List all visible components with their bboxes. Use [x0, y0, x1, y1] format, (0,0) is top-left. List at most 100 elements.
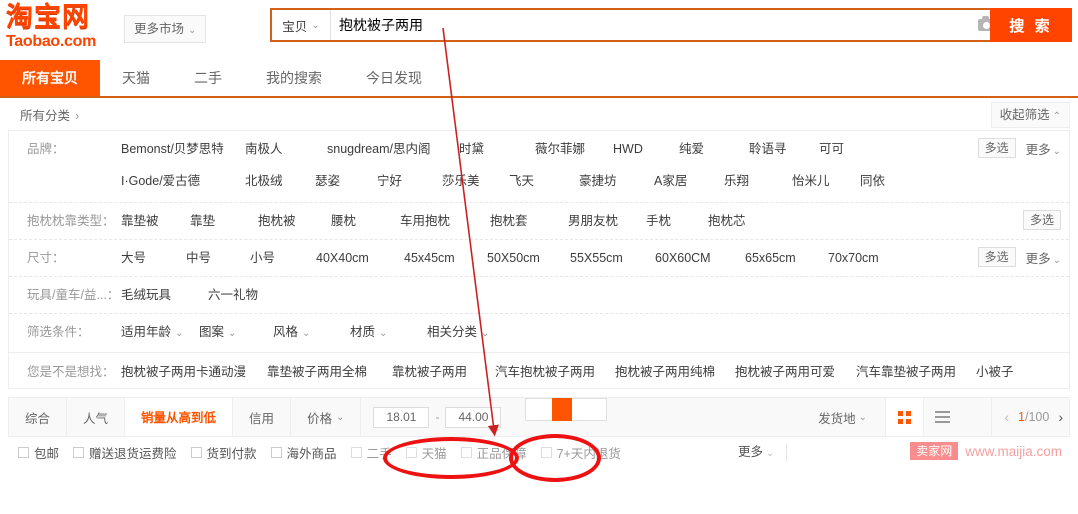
- filter-size-small[interactable]: 小号: [250, 240, 316, 276]
- tab-today-discover[interactable]: 今日发现: [344, 60, 444, 96]
- filter-type-yaozhen[interactable]: 腰枕: [331, 203, 400, 239]
- chevron-down-icon: ⌄: [188, 25, 197, 36]
- filter-brand-beijirong[interactable]: 北极绒: [245, 163, 315, 199]
- suggestion-item-7[interactable]: 汽车靠垫被子两用: [856, 361, 976, 380]
- suggestion-label: 您是不是想找：: [27, 365, 115, 379]
- filter-brand-nanjiren[interactable]: 南极人: [245, 131, 327, 167]
- checkbox-cash-on-delivery[interactable]: 货到付款: [190, 443, 257, 462]
- filter-brand-feitian[interactable]: 飞天: [509, 163, 579, 199]
- filter-type-nanpengyouzhen[interactable]: 男朋友枕: [568, 203, 646, 239]
- brand-actions: 多选 更多 ⌄: [977, 138, 1061, 158]
- filter-brand-shidai[interactable]: 时黛: [459, 131, 535, 167]
- suggestion-item-2[interactable]: 靠垫被子两用全棉: [267, 361, 392, 380]
- more-markets-button[interactable]: 更多市场 ⌄: [124, 15, 207, 43]
- taobao-logo[interactable]: 淘宝网 Taobao.com: [6, 3, 116, 51]
- filter-condition-pattern[interactable]: 图案 ⌄: [199, 314, 273, 352]
- size-multi-select-button[interactable]: 多选: [977, 247, 1016, 267]
- size-more-button[interactable]: 更多 ⌄: [1026, 248, 1061, 267]
- suggestion-item-1[interactable]: 抱枕被子两用卡通动漫: [121, 361, 267, 380]
- chevron-down-icon: ⌄: [311, 19, 320, 31]
- filter-type-baozhenbei[interactable]: 抱枕被: [258, 203, 331, 239]
- collapse-filters-button[interactable]: 收起筛选 ⌃: [990, 102, 1070, 128]
- checkbox-free-shipping[interactable]: 包邮: [18, 443, 59, 462]
- filter-size-45x45[interactable]: 45x45cm: [404, 240, 487, 276]
- conditions-values: 适用年龄 ⌄ 图案 ⌄ 风格 ⌄ 材质 ⌄ 相关分类 ⌄: [121, 314, 1069, 352]
- search-category-select[interactable]: 宝贝 ⌄: [272, 10, 331, 40]
- filter-brand-ninghao[interactable]: 宁好: [377, 163, 442, 199]
- filter-brand-bemonst[interactable]: Bemonst/贝梦思特: [121, 131, 245, 167]
- filter-brand-tongyi[interactable]: 同依: [860, 163, 920, 199]
- brand-multi-select-button[interactable]: 多选: [977, 138, 1016, 158]
- ship-from-filter[interactable]: 发货地 ⌄: [806, 398, 879, 436]
- price-slider-button[interactable]: [525, 398, 608, 421]
- filter-brand-lingyuxun[interactable]: 聆语寻: [749, 131, 819, 167]
- filter-size-40x40[interactable]: 40X40cm: [316, 240, 404, 276]
- grid-view-button[interactable]: [885, 398, 923, 436]
- filter-condition-related[interactable]: 相关分类 ⌄: [427, 314, 517, 352]
- search-input[interactable]: [331, 10, 966, 40]
- chevron-down-icon: ⌄: [175, 328, 184, 339]
- price-min-input[interactable]: [373, 406, 430, 428]
- breadcrumb-all-categories[interactable]: 所有分类 ›: [0, 105, 79, 124]
- filter-brand-haojiefang[interactable]: 豪捷坊: [579, 163, 654, 199]
- filter-condition-material[interactable]: 材质 ⌄: [350, 314, 427, 352]
- sort-sales-high-to-low[interactable]: 销量从高到低: [125, 398, 234, 436]
- tab-all-items[interactable]: 所有宝贝: [0, 60, 100, 96]
- filter-brand-igode[interactable]: I·Gode/爱古德: [121, 163, 245, 199]
- filter-brand-lexiang[interactable]: 乐翔: [724, 163, 792, 199]
- sort-popularity[interactable]: 人气: [67, 398, 126, 436]
- sort-price[interactable]: 价格 ⌄: [291, 398, 362, 436]
- tab-tmall[interactable]: 天猫: [100, 60, 172, 96]
- filter-condition-style[interactable]: 风格 ⌄: [273, 314, 350, 352]
- filter-size-60x60[interactable]: 60X60CM: [655, 240, 745, 276]
- search-button[interactable]: 搜 索: [990, 8, 1072, 42]
- filter-brand-ajiaju[interactable]: A家居: [654, 163, 724, 199]
- checkbox-return-insurance[interactable]: 赠送退货运费险: [73, 443, 177, 462]
- brand-more-button[interactable]: 更多 ⌄: [1026, 139, 1061, 158]
- filter-brand-shalemei[interactable]: 莎乐美: [442, 163, 509, 199]
- suggestion-item-8[interactable]: 小被子: [976, 361, 1014, 380]
- filter-brand-chunai[interactable]: 纯爱: [679, 131, 749, 167]
- filter-size-large[interactable]: 大号: [121, 240, 186, 276]
- more-filters-button[interactable]: 更多 ⌄: [738, 444, 788, 462]
- filter-type-baozhentao[interactable]: 抱枕套: [490, 203, 568, 239]
- pillow-type-multi-select-button[interactable]: 多选: [1022, 210, 1061, 230]
- filter-type-baozhenxin[interactable]: 抱枕芯: [708, 203, 778, 239]
- chevron-up-icon: ⌃: [1052, 111, 1061, 122]
- filter-size-medium[interactable]: 中号: [186, 240, 250, 276]
- filter-brand-keke[interactable]: 可可: [819, 131, 879, 167]
- chevron-right-icon[interactable]: ›: [1058, 409, 1063, 425]
- list-view-button[interactable]: [923, 398, 961, 436]
- suggestion-item-6[interactable]: 抱枕被子两用可爱: [735, 361, 856, 380]
- filter-type-cheyongbaozhen[interactable]: 车用抱枕: [400, 203, 490, 239]
- filter-brand-seci[interactable]: 瑟姿: [315, 163, 377, 199]
- chevron-left-icon[interactable]: ‹: [1004, 409, 1009, 425]
- sort-comprehensive[interactable]: 综合: [9, 398, 68, 436]
- filter-brand-hwd[interactable]: HWD: [613, 131, 679, 167]
- sort-credit[interactable]: 信用: [233, 398, 292, 436]
- filter-toy-childrens-day-gift[interactable]: 六一礼物: [208, 277, 298, 313]
- filter-brand-snugdream[interactable]: snugdream/思内阁: [327, 131, 459, 167]
- filter-size-65x65[interactable]: 65x65cm: [745, 240, 828, 276]
- tab-my-search[interactable]: 我的搜索: [244, 60, 344, 96]
- filter-brand-weierfeina[interactable]: 薇尔菲娜: [535, 131, 613, 167]
- checkbox-box: [190, 446, 202, 458]
- suggestion-item-3[interactable]: 靠枕被子两用: [392, 361, 495, 380]
- filter-size-55x55[interactable]: 55X55cm: [570, 240, 655, 276]
- filter-size-70x70[interactable]: 70x70cm: [828, 240, 898, 276]
- filter-type-kaodianbei[interactable]: 靠垫被: [121, 203, 190, 239]
- price-max-input[interactable]: [445, 406, 502, 428]
- filter-brand-yimier[interactable]: 怡米儿: [792, 163, 860, 199]
- tab-secondhand[interactable]: 二手: [172, 60, 244, 96]
- main-tabs: 所有宝贝 天猫 二手 我的搜索 今日发现: [0, 60, 1078, 98]
- filter-type-shouzhen[interactable]: 手枕: [646, 203, 708, 239]
- chevron-down-icon: ⌄: [1052, 254, 1061, 266]
- filter-toy-plush[interactable]: 毛绒玩具: [121, 277, 208, 313]
- chevron-down-icon: ⌄: [379, 328, 388, 339]
- suggestion-item-4[interactable]: 汽车抱枕被子两用: [495, 361, 615, 380]
- filter-type-kaodian[interactable]: 靠垫: [190, 203, 258, 239]
- filter-condition-age[interactable]: 适用年龄 ⌄: [121, 314, 199, 352]
- checkbox-overseas-goods[interactable]: 海外商品: [270, 443, 337, 462]
- suggestion-item-5[interactable]: 抱枕被子两用纯棉: [615, 361, 735, 380]
- filter-size-50x50[interactable]: 50X50cm: [487, 240, 570, 276]
